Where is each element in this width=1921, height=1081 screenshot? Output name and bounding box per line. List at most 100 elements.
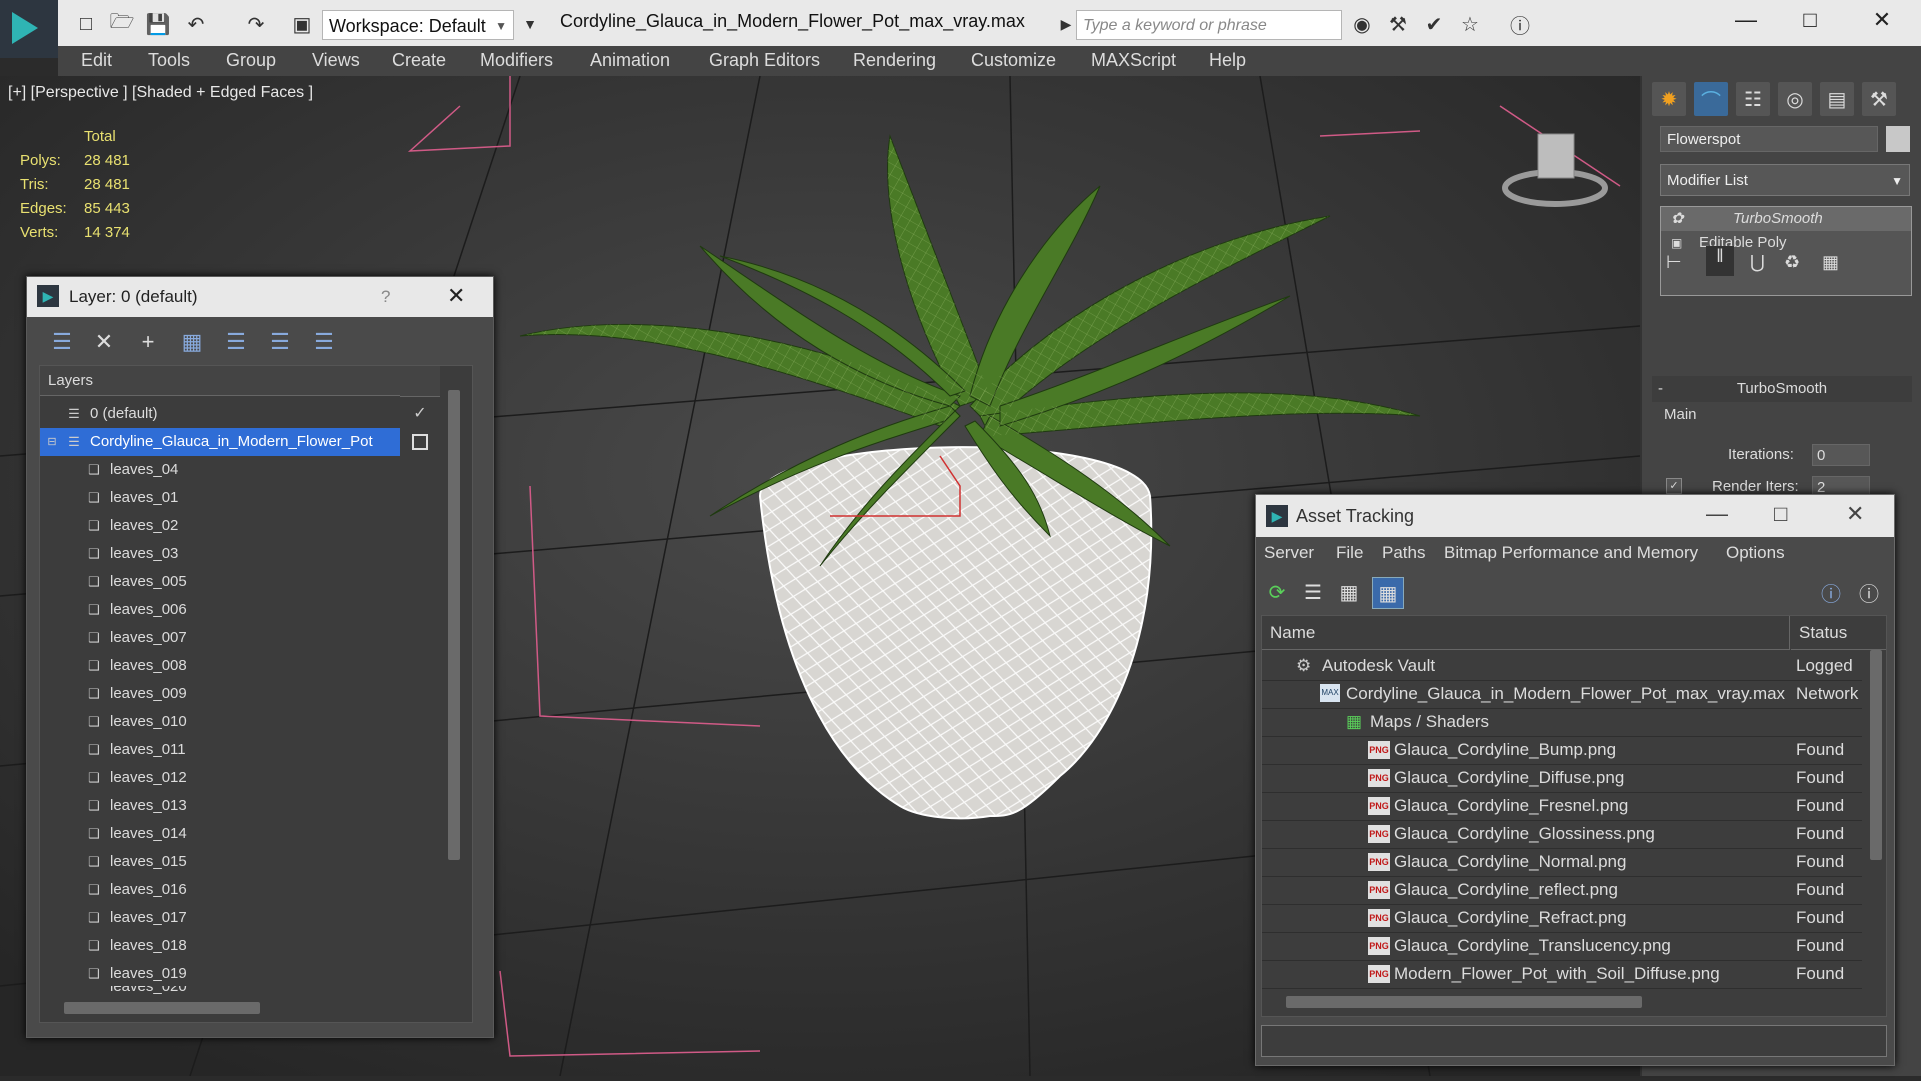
favorites-star-icon[interactable]: ☆ (1458, 12, 1482, 36)
motion-tab-icon[interactable]: ◎ (1778, 82, 1812, 116)
delete-layer-icon[interactable]: ✕ (89, 327, 119, 357)
object-name-field[interactable]: Flowerspot (1660, 126, 1878, 152)
vertical-scrollbar[interactable] (448, 390, 460, 860)
open-file-icon[interactable]: 🗁 (110, 11, 135, 36)
asset-row[interactable]: PNG Glauca_Cordyline_reflect.png Found (1262, 876, 1862, 905)
collapse-icon[interactable]: ⊟ (44, 434, 60, 450)
menu-help[interactable]: Help (1209, 50, 1246, 71)
object-row[interactable]: ❑ leaves_014 (40, 820, 440, 848)
highlight-layer-icon[interactable]: ☰ (221, 327, 251, 357)
undo-icon[interactable]: ↶ (184, 12, 208, 36)
hide-layers-icon[interactable]: ☰ (265, 327, 295, 357)
object-row[interactable]: ❑ leaves_015 (40, 848, 440, 876)
binoculars-icon[interactable]: ◉ (1350, 12, 1374, 36)
asset-row[interactable]: PNG Modern_Flower_Pot_with_Soil_Diffuse.p… (1262, 960, 1862, 989)
asset-row[interactable]: PNG Glauca_Cordyline_Refract.png Found (1262, 904, 1862, 933)
menu-views[interactable]: Views (312, 50, 360, 71)
layers-column-header[interactable]: Layers (40, 366, 400, 396)
menu-maxscript[interactable]: MAXScript (1091, 50, 1176, 71)
horizontal-scrollbar[interactable] (64, 1002, 260, 1014)
asset-row[interactable]: ▦ Maps / Shaders (1262, 708, 1862, 737)
display-tab-icon[interactable]: ▤ (1820, 82, 1854, 116)
asset-row[interactable]: PNG Glauca_Cordyline_Diffuse.png Found (1262, 764, 1862, 793)
help-icon[interactable]: ⓘ (1508, 12, 1532, 38)
menu-paths[interactable]: Paths (1382, 543, 1425, 563)
maximize-button[interactable]: □ (1780, 0, 1840, 42)
object-row[interactable]: ❑ leaves_017 (40, 904, 440, 932)
render-iters-checkbox[interactable]: ✓ (1666, 478, 1682, 494)
utilities-tab-icon[interactable]: ⚒ (1862, 82, 1896, 116)
object-row[interactable]: ❑ leaves_007 (40, 624, 440, 652)
vertical-scrollbar[interactable] (1870, 650, 1882, 860)
asset-row[interactable]: MAX Cordyline_Glauca_in_Modern_Flower_Po… (1262, 680, 1862, 709)
object-row[interactable]: ❑ leaves_04 (40, 456, 440, 484)
active-check-icon[interactable]: ✓ (412, 406, 428, 422)
object-row[interactable]: ❑ leaves_006 (40, 596, 440, 624)
menu-edit[interactable]: Edit (81, 50, 112, 71)
asset-row[interactable]: PNG Glauca_Cordyline_Translucency.png Foun… (1262, 932, 1862, 961)
object-row[interactable]: ❑ leaves_013 (40, 792, 440, 820)
new-layer-icon[interactable]: ☰ (47, 327, 77, 357)
search-input[interactable]: Type a keyword or phrase (1076, 10, 1342, 40)
object-row[interactable]: ❑ leaves_02 (40, 512, 440, 540)
object-row[interactable]: ❑ leaves_010 (40, 708, 440, 736)
object-row[interactable]: ❑ leaves_009 (40, 680, 440, 708)
show-end-result-icon[interactable]: ‖ (1706, 246, 1734, 276)
object-row[interactable]: ❑ leaves_008 (40, 652, 440, 680)
configure-sets-icon[interactable]: ▦ (1822, 252, 1839, 273)
menu-graph-editors[interactable]: Graph Editors (709, 50, 820, 71)
object-color-swatch[interactable] (1886, 126, 1910, 152)
freeze-layers-icon[interactable]: ☰ (309, 327, 339, 357)
workspace-menu-icon[interactable]: ▼ (518, 12, 542, 36)
layer-row-selected[interactable]: ⊟ ☰ Cordyline_Glauca_in_Modern_Flower_Po… (40, 428, 400, 456)
turbosmooth-rollout[interactable]: - TurboSmooth (1652, 376, 1912, 402)
asset-row[interactable]: PNG Glauca_Cordyline_Glossiness.png Found (1262, 820, 1862, 849)
pin-stack-icon[interactable]: ⊢ (1666, 252, 1682, 273)
menu-server[interactable]: Server (1264, 543, 1314, 563)
modify-tab-icon[interactable]: ⌒ (1694, 82, 1728, 116)
close-button[interactable]: ✕ (1852, 0, 1912, 42)
project-icon[interactable]: ▣ (290, 12, 314, 36)
close-button[interactable]: ✕ (1846, 501, 1864, 527)
save-file-icon[interactable]: 💾 (146, 12, 171, 36)
object-row[interactable]: ❑ leaves_018 (40, 932, 440, 960)
menu-animation[interactable]: Animation (590, 50, 670, 71)
help-icon[interactable]: ⓘ (1816, 577, 1846, 607)
column-header-name[interactable]: Name (1262, 616, 1790, 650)
create-tab-icon[interactable]: ✹ (1652, 82, 1686, 116)
set-active-icon[interactable] (412, 434, 428, 450)
hierarchy-tab-icon[interactable]: ☷ (1736, 82, 1770, 116)
lightbulb-icon[interactable]: ✿ (1671, 207, 1684, 231)
search-expand-icon[interactable]: ▶ (1054, 12, 1078, 36)
object-row[interactable]: ❑ leaves_005 (40, 568, 440, 596)
refresh-icon[interactable]: ⟳ (1262, 577, 1292, 607)
menu-options[interactable]: Options (1726, 543, 1785, 563)
object-row[interactable]: ❑ leaves_016 (40, 876, 440, 904)
asset-row[interactable]: PNG Glauca_Cordyline_Bump.png Found (1262, 736, 1862, 765)
minimize-button[interactable]: — (1706, 501, 1728, 527)
menu-modifiers[interactable]: Modifiers (480, 50, 553, 71)
iterations-spinner[interactable]: 0 (1812, 444, 1870, 466)
new-file-icon[interactable]: □ (74, 12, 98, 36)
modifier-list-dropdown[interactable]: Modifier List ▼ (1660, 164, 1910, 196)
list-view-icon[interactable]: ☰ (1298, 577, 1328, 607)
minimize-button[interactable]: — (1716, 0, 1776, 42)
help-button[interactable]: ? (381, 287, 390, 307)
viewport-label[interactable]: [+] [Perspective ] [Shaded + Edged Faces… (8, 84, 313, 102)
table-view-icon[interactable]: ▦ (1372, 577, 1404, 609)
object-row[interactable]: ❑ leaves_03 (40, 540, 440, 568)
asset-row[interactable]: ⚙ Autodesk Vault Logged (1262, 652, 1862, 681)
object-row[interactable]: leaves_020 (40, 986, 440, 1000)
close-button[interactable]: ✕ (447, 283, 465, 309)
workspace-dropdown[interactable]: Workspace: Default ▼ (322, 10, 514, 40)
object-row[interactable]: ❑ leaves_01 (40, 484, 440, 512)
asset-window-titlebar[interactable]: ▶ Asset Tracking — □ ✕ (1256, 495, 1894, 537)
object-row[interactable]: ❑ leaves_012 (40, 764, 440, 792)
app-logo-icon[interactable] (0, 0, 58, 58)
menu-customize[interactable]: Customize (971, 50, 1056, 71)
remove-modifier-icon[interactable]: ♻ (1784, 252, 1800, 273)
asset-row[interactable]: PNG Glauca_Cordyline_Fresnel.png Found (1262, 792, 1862, 821)
menu-tools[interactable]: Tools (148, 50, 190, 71)
sign-in-icon[interactable]: ✔ (1422, 12, 1446, 36)
redo-icon[interactable]: ↷ (244, 12, 268, 36)
